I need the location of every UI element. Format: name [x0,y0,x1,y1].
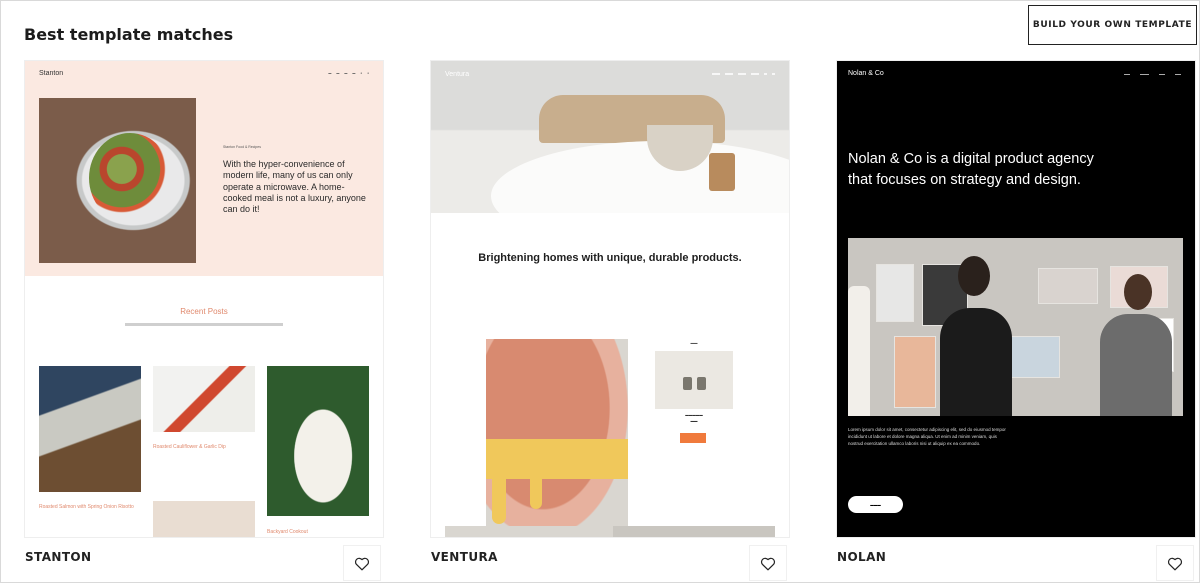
product-label-bar: ▬▬ [690,341,698,345]
product-name-bar: ▬▬▬▬▬ ▬▬ [685,413,703,423]
post-title-cauliflower: Roasted Salmon with Spring Onion Risotto [39,504,134,510]
preview-brand: Stanton [39,70,64,77]
template-card-stanton[interactable]: Stanton ▬ ▬ ▬ ▬ ● ● Stanton Food & Recipes Wi… [25,61,383,537]
preview-nav: ▬ ▬ ▬ ▬ ● ● [328,71,369,75]
product-image [655,351,733,409]
post-image-salmon [153,366,255,432]
post-image-cookout [267,366,369,516]
post-image-dessert [153,501,255,537]
post-title-cookout: Backyard Cookout [267,529,308,535]
heart-icon [760,557,776,570]
team-photo [848,238,1183,416]
favorite-button-ventura[interactable] [749,545,787,581]
recent-posts-subtitle-bar [125,323,283,326]
preview-button: ▬▬▬ [848,496,903,513]
page-title: Best template matches [24,25,234,44]
table-photo: Ventura [431,61,789,213]
template-label-ventura[interactable]: VENTURA [431,550,498,564]
post-image-cauliflower [39,366,141,492]
favorite-button-nolan[interactable] [1156,545,1194,581]
footer-image [445,526,605,537]
preview-kicker: Stanton Food & Recipes [223,145,261,149]
build-your-own-template-button[interactable]: BUILD YOUR OWN TEMPLATE [1028,5,1197,45]
heart-icon [1167,557,1183,570]
painted-art-image [486,339,628,537]
preview-header: Stanton ▬ ▬ ▬ ▬ ● ● Stanton Food & Recipes Wi… [25,61,383,276]
template-label-nolan[interactable]: NOLAN [837,550,886,564]
favorite-button-stanton[interactable] [343,545,381,581]
preview-headline: Nolan & Co is a digital product agency t… [848,151,1094,188]
heart-icon [354,557,370,570]
template-label-stanton[interactable]: STANTON [25,550,91,564]
recent-posts-title: Recent Posts [180,307,228,316]
footer-image [613,526,775,537]
product-button [680,433,706,443]
preview-body: Lorem ipsum dolor sit amet, consectetur … [848,427,1006,446]
preview-brand: Ventura [445,71,470,78]
template-card-nolan[interactable]: Nolan & Co ▬▬ ▬▬▬ ▬▬ ▬▬ Nolan & Co is a dig… [837,61,1195,537]
preview-brand: Nolan & Co [848,70,884,77]
preview-headline: Brightening homes with unique, durable p… [478,252,742,264]
preview-nav: ▬▬ ▬▬▬ ▬▬ ▬▬ [1124,72,1181,76]
template-card-ventura[interactable]: Ventura Brightening homes with unique, d… [431,61,789,537]
preview-nav [712,73,775,75]
salad-photo [39,98,196,263]
post-title-salmon: Roasted Cauliflower & Garlic Dip [153,444,226,450]
template-gallery: Best template matches BUILD YOUR OWN TEM… [0,0,1200,583]
preview-blurb: With the hyper-convenience of modern lif… [223,159,366,214]
